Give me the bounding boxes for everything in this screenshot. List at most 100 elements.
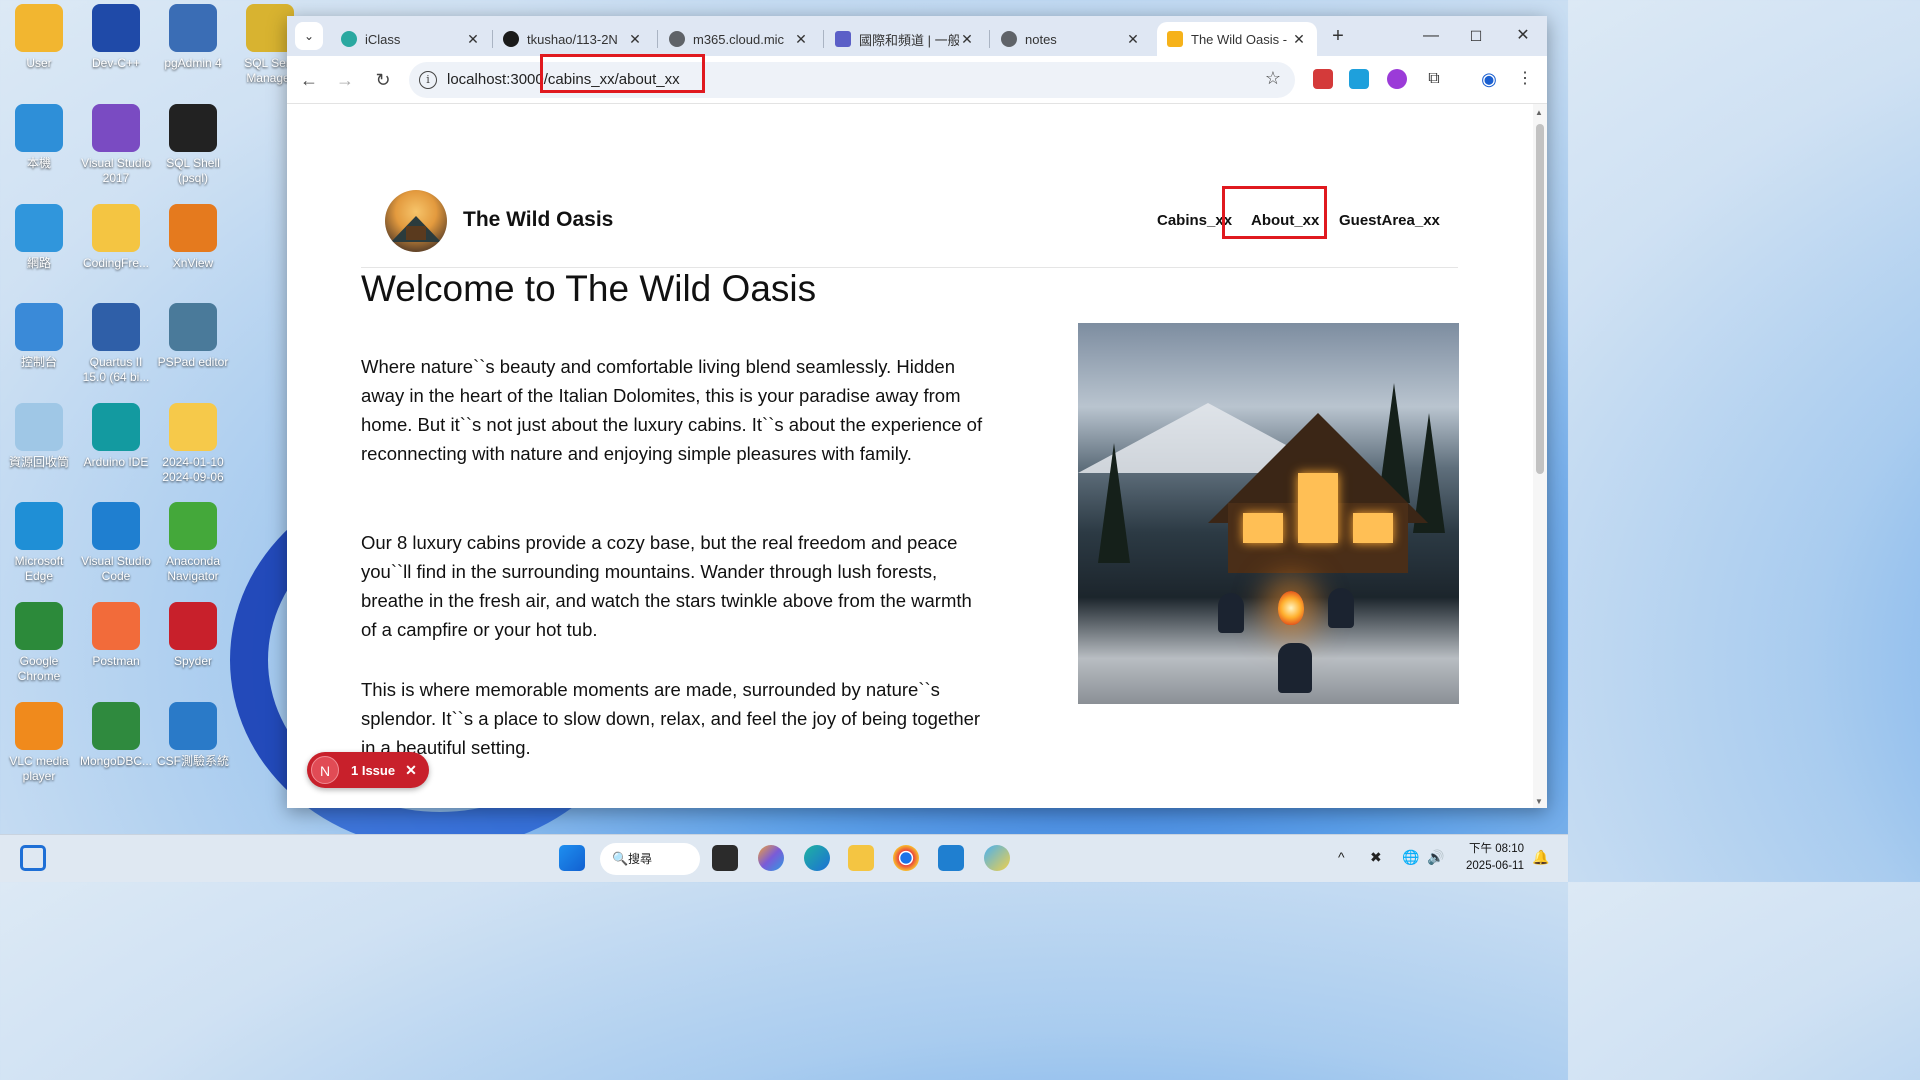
nextjs-logo-icon: N	[311, 756, 339, 784]
desktop-icon[interactable]: CSF測驗系統	[154, 702, 232, 769]
desktop-icon[interactable]: PSPad editor	[154, 303, 232, 370]
desktop-icon[interactable]: 網路	[0, 204, 78, 271]
extension-red-icon[interactable]	[1313, 69, 1333, 89]
nextjs-issues-badge[interactable]: N 1 Issue ✕	[307, 752, 429, 788]
close-icon[interactable]: ✕	[465, 31, 481, 48]
tab-title: 國際和頻道 | 一般	[859, 32, 959, 48]
chevron-up-icon[interactable]: ^	[1338, 849, 1345, 865]
forward-icon[interactable]: →	[331, 66, 359, 94]
tab-notes[interactable]: notes ✕	[991, 22, 1151, 56]
close-icon[interactable]: ✕	[1125, 31, 1141, 48]
desktop-icon-label: Postman	[92, 654, 140, 668]
task-view-icon[interactable]	[712, 845, 738, 871]
desktop-icon[interactable]: XnView	[154, 204, 232, 271]
tab-iclass[interactable]: iClass ✕	[331, 22, 491, 56]
iclass-favicon-icon	[341, 31, 357, 47]
scrollbar-thumb[interactable]	[1536, 124, 1544, 474]
close-window-icon[interactable]: ✕	[1509, 24, 1537, 48]
nav-link-cabins[interactable]: Cabins_xx	[1157, 212, 1232, 229]
desktop-icon[interactable]: Quartus II 15.0 (64 bi...	[77, 303, 155, 385]
desktop-icon[interactable]: VLC media player	[0, 702, 78, 784]
tab-github[interactable]: tkushao/113-2N ✕	[493, 22, 653, 56]
back-icon[interactable]: ←	[295, 66, 323, 94]
desktop-icon[interactable]: Google Chrome	[0, 602, 78, 684]
minimize-icon[interactable]: —	[1417, 24, 1445, 48]
reload-icon[interactable]: ↻	[369, 66, 397, 94]
page-scrollbar[interactable]: ▲ ▼	[1533, 104, 1547, 808]
tray-app-icon[interactable]: ✖	[1370, 849, 1382, 866]
nav-link-guest-area[interactable]: GuestArea_xx	[1339, 212, 1440, 229]
app-icon	[169, 303, 217, 351]
tab-wild-oasis[interactable]: The Wild Oasis - ✕	[1157, 22, 1317, 56]
app-icon	[15, 502, 63, 550]
desktop-icon[interactable]: CodingFre...	[77, 204, 155, 271]
brand-name[interactable]: The Wild Oasis	[463, 208, 613, 232]
close-icon[interactable]: ✕	[405, 762, 417, 779]
desktop-icon[interactable]: Visual Studio 2017	[77, 104, 155, 186]
desktop-icon[interactable]: Arduino IDE	[77, 403, 155, 470]
desktop-icon[interactable]: Visual Studio Code	[77, 502, 155, 584]
photo-person	[1278, 643, 1312, 693]
desktop-icon[interactable]: 2024-01-10 2024-09-06	[154, 403, 232, 485]
desktop-icon-label: Quartus II 15.0 (64 bi...	[82, 355, 150, 384]
wild-oasis-favicon-icon	[1167, 31, 1183, 47]
desktop-icon[interactable]: Microsoft Edge	[0, 502, 78, 584]
close-icon[interactable]: ✕	[793, 31, 809, 48]
desktop-icon-label: 2024-01-10 2024-09-06	[162, 455, 224, 484]
github-icon	[503, 31, 519, 47]
volume-icon[interactable]: 🔊	[1427, 849, 1444, 866]
desktop-icon[interactable]: 控制台	[0, 303, 78, 370]
tab-divider	[989, 30, 990, 48]
edge-icon[interactable]	[804, 845, 830, 871]
chrome-icon[interactable]	[893, 845, 919, 871]
notification-bell-icon[interactable]: 🔔	[1532, 849, 1549, 866]
wild-oasis-logo[interactable]	[385, 190, 447, 252]
tab-search-menu-icon[interactable]: ⌄	[295, 22, 323, 50]
copilot-icon[interactable]	[758, 845, 784, 871]
extension-blue-icon[interactable]	[1349, 69, 1369, 89]
app-icon[interactable]	[984, 845, 1010, 871]
windows-start-icon[interactable]	[559, 845, 585, 871]
vscode-icon[interactable]	[938, 845, 964, 871]
bookmark-star-icon[interactable]: ☆	[1265, 68, 1281, 89]
close-icon[interactable]: ✕	[959, 31, 975, 48]
close-icon[interactable]: ✕	[627, 31, 643, 48]
desktop-icon[interactable]: Spyder	[154, 602, 232, 669]
app-icon	[15, 204, 63, 252]
app-icon	[92, 602, 140, 650]
profile-avatar-icon[interactable]: ◉	[1479, 69, 1499, 89]
file-explorer-icon[interactable]	[848, 845, 874, 871]
photo-person	[1218, 593, 1244, 633]
scroll-down-icon[interactable]: ▼	[1535, 797, 1543, 806]
desktop-icon[interactable]: Postman	[77, 602, 155, 669]
maximize-icon[interactable]: ☐	[1462, 24, 1490, 48]
tab-m365[interactable]: m365.cloud.mic ✕	[659, 22, 819, 56]
app-icon	[169, 502, 217, 550]
language-globe-icon[interactable]: 🌐	[1402, 849, 1419, 866]
desktop-icon[interactable]: MongoDBC...	[77, 702, 155, 769]
toolbar: ← → ↻ i localhost:3000/cabins_xx/about_x…	[287, 56, 1547, 104]
system-clock[interactable]: 下午 08:10 2025-06-11	[1466, 841, 1524, 875]
widgets-icon[interactable]	[20, 845, 46, 871]
desktop-icon[interactable]: SQL Shell (psql)	[154, 104, 232, 186]
desktop-icon[interactable]: Dev-C++	[77, 4, 155, 71]
close-icon[interactable]: ✕	[1291, 31, 1307, 48]
site-info-icon[interactable]: i	[419, 71, 437, 89]
tab-teams[interactable]: 國際和頻道 | 一般 ✕	[825, 22, 985, 56]
app-icon	[92, 702, 140, 750]
clock-date: 2025-06-11	[1466, 860, 1524, 872]
scroll-up-icon[interactable]: ▲	[1535, 108, 1543, 117]
browser-menu-icon[interactable]: ⋮	[1515, 69, 1535, 89]
desktop-icon[interactable]: Anaconda Navigator	[154, 502, 232, 584]
app-icon	[169, 403, 217, 451]
extension-purple-icon[interactable]	[1387, 69, 1407, 89]
issue-count-label[interactable]: 1 Issue	[351, 763, 395, 778]
desktop-icon[interactable]: 本機	[0, 104, 78, 171]
desktop-icon[interactable]: User	[0, 4, 78, 71]
desktop-icon[interactable]: 資源回收筒	[0, 403, 78, 470]
tab-strip: ⌄ iClass ✕ tkushao/113-2N ✕ m365.cloud.m…	[287, 16, 1547, 56]
taskbar-search[interactable]: 🔍 搜尋	[600, 843, 700, 875]
new-tab-button[interactable]: +	[1324, 24, 1352, 48]
desktop-icon[interactable]: pgAdmin 4	[154, 4, 232, 71]
extensions-puzzle-icon[interactable]: ⧉	[1424, 69, 1444, 89]
